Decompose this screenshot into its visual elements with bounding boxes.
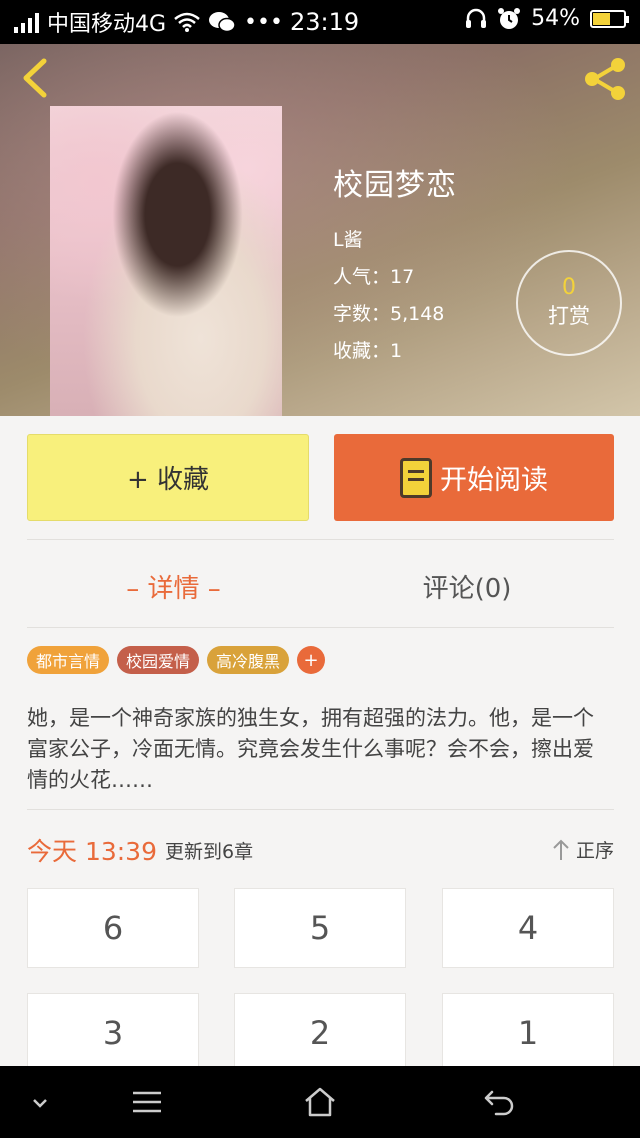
wechat-icon bbox=[209, 12, 236, 33]
sort-label: 正序 bbox=[575, 840, 614, 862]
book-icon bbox=[400, 457, 432, 498]
divider bbox=[27, 809, 614, 810]
reward-label: 打赏 bbox=[548, 304, 590, 328]
chapter-button[interactable]: 5 bbox=[234, 888, 406, 968]
back-button[interactable] bbox=[18, 58, 52, 98]
clock: 23:19 bbox=[290, 8, 360, 36]
reward-count: 0 bbox=[562, 275, 576, 300]
book-title: 校园梦恋 bbox=[333, 168, 457, 203]
update-row: 今天 13:39 更新到6章 正序 bbox=[27, 830, 614, 870]
share-icon bbox=[585, 58, 625, 100]
start-reading-button[interactable]: 开始阅读 bbox=[334, 434, 614, 521]
more-icon: ••• bbox=[244, 9, 283, 35]
update-time: 今天 13:39 bbox=[27, 837, 157, 866]
collect-button[interactable]: + 收藏 bbox=[27, 434, 309, 521]
sort-button[interactable]: 正序 bbox=[552, 836, 614, 863]
wifi-icon bbox=[174, 12, 200, 32]
arrow-up-icon bbox=[553, 839, 569, 860]
tag-item[interactable]: 校园爱情 bbox=[117, 646, 200, 674]
nav-back-button[interactable] bbox=[476, 1080, 520, 1124]
update-text: 更新到6章 bbox=[165, 840, 254, 863]
book-info: 校园梦恋 L酱 人气：17 字数：5,148 收藏：1 bbox=[333, 160, 457, 370]
book-cover-image[interactable] bbox=[50, 106, 282, 416]
carrier-label: 中国移动4G bbox=[47, 12, 167, 37]
book-word-count: 字数：5,148 bbox=[333, 303, 445, 325]
share-button[interactable] bbox=[582, 56, 628, 102]
system-nav-bar bbox=[0, 1066, 640, 1138]
reward-button[interactable]: 0 打赏 bbox=[516, 250, 622, 356]
menu-icon bbox=[133, 1091, 161, 1113]
chapter-button[interactable]: 1 bbox=[442, 993, 614, 1073]
chevron-down-icon bbox=[33, 1099, 47, 1108]
signal-icon bbox=[14, 11, 39, 33]
tag-item[interactable]: 都市言情 bbox=[27, 646, 110, 674]
tag-list: 都市言情 校园爱情 高冷腹黑 + bbox=[27, 646, 326, 674]
tag-item[interactable]: 高冷腹黑 bbox=[207, 646, 290, 674]
tab-detail[interactable]: – 详情 – bbox=[27, 556, 320, 616]
start-reading-label: 开始阅读 bbox=[440, 465, 548, 496]
nav-home-button[interactable] bbox=[298, 1080, 342, 1124]
chapter-button[interactable]: 4 bbox=[442, 888, 614, 968]
book-popularity: 人气：17 bbox=[333, 266, 415, 288]
status-right: 54% bbox=[465, 6, 629, 31]
headset-icon bbox=[466, 8, 487, 28]
home-icon bbox=[305, 1087, 335, 1117]
status-bar: 中国移动4G ••• 23:19 54% bbox=[0, 0, 640, 44]
tab-comments[interactable]: 评论(0) bbox=[320, 556, 614, 616]
divider bbox=[27, 539, 614, 540]
book-author[interactable]: L酱 bbox=[333, 222, 457, 259]
add-tag-button[interactable]: + bbox=[297, 646, 326, 674]
back-arrow-icon bbox=[484, 1090, 514, 1116]
divider bbox=[27, 627, 614, 628]
book-favorites: 收藏：1 bbox=[333, 340, 403, 362]
book-description: 她，是一个神奇家族的独生女，拥有超强的法力。他，是一个富家公子，冷面无情。究竟会… bbox=[27, 706, 594, 792]
status-left: 中国移动4G ••• bbox=[14, 6, 283, 38]
chevron-left-icon bbox=[23, 58, 47, 98]
battery-icon bbox=[590, 9, 629, 28]
chapter-button[interactable]: 3 bbox=[27, 993, 199, 1073]
book-detail-page: 中国移动4G ••• 23:19 54% 校园梦恋 L酱 人气：17 字数：5,… bbox=[0, 0, 640, 1138]
nav-menu-button[interactable] bbox=[125, 1080, 169, 1124]
chapter-button[interactable]: 2 bbox=[234, 993, 406, 1073]
alarm-icon bbox=[498, 7, 521, 29]
battery-label: 54% bbox=[531, 6, 580, 31]
chapter-button[interactable]: 6 bbox=[27, 888, 199, 968]
nav-collapse-button[interactable] bbox=[18, 1080, 62, 1124]
